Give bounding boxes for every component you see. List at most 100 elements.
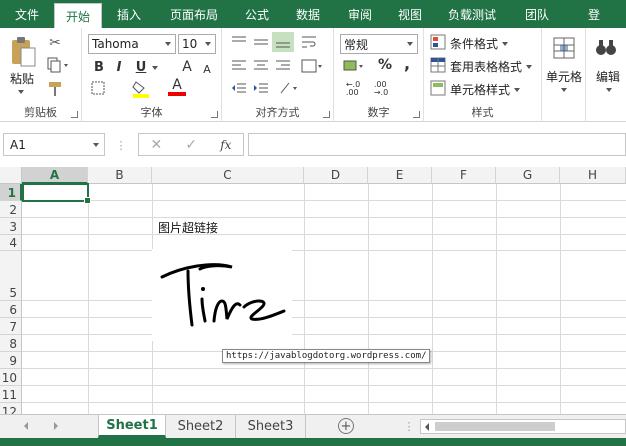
percent-button[interactable]: % [376,56,394,74]
select-all-button[interactable] [0,167,22,184]
tab-insert[interactable]: 插入 [102,0,156,28]
next-sheet-icon[interactable] [54,422,58,430]
column-header-b[interactable]: B [88,167,152,184]
format-as-table-dropdown-icon[interactable] [526,65,532,69]
align-top-icon[interactable] [230,34,248,50]
enter-icon[interactable]: ✓ [185,137,197,153]
cells-button-label[interactable]: 单元格 [546,68,582,85]
worksheet-grid[interactable]: A B C D E F G H 1 2 3 4 5 6 7 8 9 10 11 … [0,167,626,414]
column-header-c[interactable]: C [152,167,304,184]
format-as-table-icon[interactable] [430,57,446,73]
format-as-table-button[interactable]: 套用表格格式 [450,58,522,75]
number-launcher-icon[interactable] [413,111,420,118]
underline-dropdown-icon[interactable] [152,66,158,70]
align-bottom-icon[interactable] [272,32,294,52]
scroll-left-icon[interactable] [425,423,429,431]
add-sheet-icon[interactable]: + [338,418,354,434]
fill-color-icon[interactable] [132,80,150,98]
paste-button-label[interactable]: 粘贴 [10,70,34,87]
editing-button-label[interactable]: 编辑 [596,68,620,85]
tab-team[interactable]: 团队 [510,0,564,28]
merge-cells-icon[interactable] [300,58,324,74]
sheet-tab-sheet2[interactable]: Sheet2 [166,415,236,438]
signature-picture[interactable] [152,249,292,341]
conditional-formatting-dropdown-icon[interactable] [502,42,508,46]
row-header-8[interactable]: 8 [0,335,22,352]
column-header-e[interactable]: E [368,167,432,184]
row-header-11[interactable]: 11 [0,386,22,403]
more-options-icon[interactable]: ⋮ [114,138,128,152]
sheet-tab-sheet3[interactable]: Sheet3 [236,415,306,438]
row-header-3[interactable]: 3 [0,218,22,235]
decrease-indent-icon[interactable] [230,80,248,96]
number-format-select[interactable]: 常规 [340,34,418,54]
insert-function-button[interactable]: fx [220,138,231,152]
cells-icon[interactable] [552,36,576,60]
align-right-icon[interactable] [274,58,292,74]
name-box[interactable]: A1 [3,133,105,156]
comma-button[interactable]: , [398,54,416,73]
column-header-g[interactable]: G [496,167,560,184]
prev-sheet-icon[interactable] [24,422,28,430]
bold-button[interactable]: B [90,58,108,76]
tab-page-layout[interactable]: 页面布局 [156,0,232,28]
border-icon[interactable] [90,80,106,96]
format-painter-icon[interactable] [46,80,64,98]
row-header-10[interactable]: 10 [0,369,22,386]
orientation-icon[interactable] [278,80,300,96]
font-name-select[interactable]: Tahoma [88,34,176,54]
shrink-font-button[interactable]: A [198,60,216,78]
row-header-6[interactable]: 6 [0,301,22,318]
accounting-format-icon[interactable] [342,58,366,74]
tab-load-test[interactable]: 负载测试 [434,0,510,28]
decrease-decimal-icon[interactable]: .00 →.0 [370,80,392,98]
font-color-button[interactable]: A [168,77,186,96]
tab-formulas[interactable]: 公式 [232,0,282,28]
horizontal-scrollbar[interactable] [420,419,626,434]
conditional-formatting-icon[interactable] [430,34,446,50]
tab-view[interactable]: 视图 [386,0,434,28]
sheet-tab-sheet1[interactable]: Sheet1 [98,415,166,438]
tab-home[interactable]: 开始 [54,3,102,28]
row-header-1[interactable]: 1 [0,184,22,201]
scroll-thumb[interactable] [435,422,555,431]
font-launcher-icon[interactable] [211,111,218,118]
cell-styles-button[interactable]: 单元格样式 [450,81,510,98]
conditional-formatting-button[interactable]: 条件格式 [450,35,498,52]
column-header-h[interactable]: H [560,167,626,184]
editing-dropdown-icon[interactable] [606,88,612,92]
wrap-text-icon[interactable] [300,34,318,50]
column-header-d[interactable]: D [304,167,368,184]
tab-file[interactable]: 文件 [0,0,54,28]
cut-icon[interactable]: ✂ [46,34,64,52]
row-header-5[interactable]: 5 [0,251,22,301]
cell-styles-icon[interactable] [430,80,446,96]
align-center-icon[interactable] [252,58,270,74]
paste-dropdown-icon[interactable] [18,90,24,94]
paste-icon[interactable] [8,36,38,68]
cells-dropdown-icon[interactable] [561,88,567,92]
row-header-4[interactable]: 4 [0,235,22,251]
row-header-9[interactable]: 9 [0,352,22,369]
find-icon[interactable] [594,36,618,60]
italic-button[interactable]: I [110,58,128,76]
tab-data[interactable]: 数据 [282,0,334,28]
active-cell[interactable] [22,183,91,204]
row-header-7[interactable]: 7 [0,318,22,335]
row-header-12[interactable]: 12 [0,403,22,414]
more-options-icon[interactable]: ⋮ [404,419,415,433]
column-header-f[interactable]: F [432,167,496,184]
alignment-launcher-icon[interactable] [323,111,330,118]
increase-decimal-icon[interactable]: ←.0.00 [342,80,364,98]
font-size-select[interactable]: 10 [178,34,216,54]
cell-styles-dropdown-icon[interactable] [514,88,520,92]
cancel-icon[interactable]: ✕ [151,137,163,153]
row-header-2[interactable]: 2 [0,201,22,218]
align-middle-icon[interactable] [252,34,270,50]
tab-review[interactable]: 审阅 [334,0,386,28]
tab-login[interactable]: 登 [564,0,624,28]
column-header-a[interactable]: A [22,167,88,184]
increase-indent-icon[interactable] [252,80,270,96]
align-left-icon[interactable] [230,58,248,74]
formula-input[interactable] [248,133,626,156]
